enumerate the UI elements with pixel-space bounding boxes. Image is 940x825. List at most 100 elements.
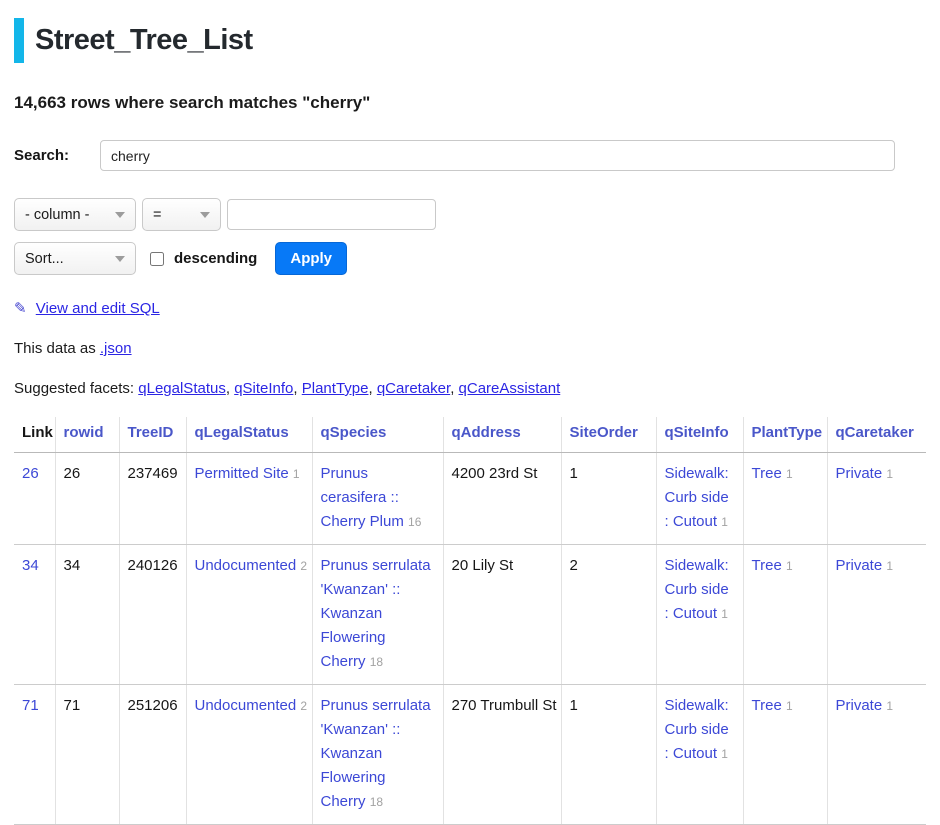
column-header-link-qSpecies[interactable]: qSpecies [321,424,387,441]
facet-count: 1 [886,559,893,573]
facet-count: 2 [300,699,307,713]
facet-value-link[interactable]: Private [836,697,883,714]
column-header-link-qLegalStatus[interactable]: qLegalStatus [195,424,289,441]
facets-prefix: Suggested facets: [14,380,134,397]
facet-value-link[interactable]: Sidewalk: Curb side : Cutout [665,557,729,622]
column-header-TreeID: TreeID [119,417,186,453]
row-link[interactable]: 71 [22,697,39,714]
facet-count: 18 [370,655,383,669]
column-header-qAddress: qAddress [443,417,561,453]
cell-qSpecies: Prunus serrulata 'Kwanzan' :: Kwanzan Fl… [312,545,443,685]
column-header-link-qAddress[interactable]: qAddress [452,424,521,441]
facet-value-link[interactable]: Undocumented [195,557,297,574]
facet-count: 16 [408,515,421,529]
facet-value-link[interactable]: Tree [752,697,782,714]
facet-value-link[interactable]: Tree [752,557,782,574]
column-header-SiteOrder: SiteOrder [561,417,656,453]
search-input[interactable] [100,140,895,171]
facet-count: 1 [721,515,728,529]
facet-value-link[interactable]: Tree [752,465,782,482]
facet-count: 1 [886,699,893,713]
cell-rowid: 26 [55,453,119,545]
filter-row: - column - = [14,198,926,231]
facet-link-qCaretaker[interactable]: qCaretaker [377,380,450,397]
table-header-row: Link rowid TreeID qLegalStatus qSpecies qAddr… [14,417,926,453]
cell-qCaretaker: Private 1 [827,685,926,825]
column-header-Link: Link [14,417,55,453]
facet-count: 1 [786,699,793,713]
facet-count: 1 [786,467,793,481]
facet-value-link[interactable]: Private [836,465,883,482]
column-header-qSiteInfo: qSiteInfo [656,417,743,453]
facet-count: 1 [721,747,728,761]
facet-value-link[interactable]: Undocumented [195,697,297,714]
view-edit-sql-link[interactable]: View and edit SQL [36,300,160,317]
cell-rowid: 34 [55,545,119,685]
facet-link-PlantType[interactable]: PlantType [302,380,369,397]
page: Street_Tree_List 14,663 rows where searc… [0,0,940,825]
facet-link-qCareAssistant[interactable]: qCareAssistant [459,380,561,397]
cell-Link: 26 [14,453,55,545]
column-select[interactable]: - column - [14,198,136,231]
facet-value-link[interactable]: Prunus serrulata 'Kwanzan' :: Kwanzan Fl… [321,557,431,670]
column-header-link-qSiteInfo[interactable]: qSiteInfo [665,424,729,441]
cell-qLegalStatus: Undocumented 2 [186,545,312,685]
facet-value-link[interactable]: Sidewalk: Curb side : Cutout [665,465,729,530]
cell-Link: 71 [14,685,55,825]
chevron-down-icon [200,212,210,218]
data-as-line: This data as .json [14,340,926,357]
operator-select-value: = [153,207,161,223]
row-link[interactable]: 26 [22,465,39,482]
facet-value-link[interactable]: Prunus serrulata 'Kwanzan' :: Kwanzan Fl… [321,697,431,810]
facet-link-qLegalStatus[interactable]: qLegalStatus [138,380,226,397]
suggested-facets-line: Suggested facets: qLegalStatus, qSiteInf… [14,380,926,397]
column-header-link-TreeID[interactable]: TreeID [128,424,174,441]
row-link[interactable]: 34 [22,557,39,574]
cell-PlantType: Tree 1 [743,453,827,545]
row-count-summary: 14,663 rows where search matches "cherry… [14,93,926,113]
cell-qSpecies: Prunus serrulata 'Kwanzan' :: Kwanzan Fl… [312,685,443,825]
cell-qCaretaker: Private 1 [827,545,926,685]
descending-checkbox[interactable] [150,252,164,266]
column-header-rowid: rowid [55,417,119,453]
column-header-link-SiteOrder[interactable]: SiteOrder [570,424,638,441]
facet-value-link[interactable]: Sidewalk: Curb side : Cutout [665,697,729,762]
filter-value-input[interactable] [227,199,436,230]
apply-button[interactable]: Apply [275,242,347,275]
facet-count: 1 [786,559,793,573]
cell-rowid: 71 [55,685,119,825]
facet-value-link[interactable]: Permitted Site [195,465,289,482]
sort-select[interactable]: Sort... [14,242,136,275]
search-form: Search: [14,140,926,171]
cell-SiteOrder: 2 [561,545,656,685]
sort-row: Sort... descending Apply [14,242,926,275]
column-header-PlantType: PlantType [743,417,827,453]
column-header-link-qCaretaker[interactable]: qCaretaker [836,424,914,441]
descending-label: descending [174,250,257,267]
column-header-link-rowid[interactable]: rowid [64,424,104,441]
column-header-qSpecies: qSpecies [312,417,443,453]
accent-bar [14,18,24,63]
facet-link-qSiteInfo[interactable]: qSiteInfo [234,380,293,397]
column-header-link-PlantType[interactable]: PlantType [752,424,823,441]
column-select-value: - column - [25,207,89,223]
cell-qSiteInfo: Sidewalk: Curb side : Cutout 1 [656,453,743,545]
cell-SiteOrder: 1 [561,453,656,545]
cell-qLegalStatus: Undocumented 2 [186,685,312,825]
table-head: Link rowid TreeID qLegalStatus qSpecies qAddr… [14,417,926,453]
json-link[interactable]: .json [100,340,132,357]
data-as-prefix: This data as [14,340,96,357]
facet-value-link[interactable]: Prunus cerasifera :: Cherry Plum [321,465,404,530]
sql-link-line: ✎ View and edit SQL [14,299,926,317]
sort-select-value: Sort... [25,251,64,267]
facet-count: 1 [886,467,893,481]
facet-count: 18 [370,795,383,809]
cell-qLegalStatus: Permitted Site 1 [186,453,312,545]
facet-links: qLegalStatus, qSiteInfo, PlantType, qCar… [138,380,560,397]
operator-select[interactable]: = [142,198,221,231]
table-row: 7171251206Undocumented 2Prunus serrulata… [14,685,926,825]
facet-value-link[interactable]: Private [836,557,883,574]
column-header-qLegalStatus: qLegalStatus [186,417,312,453]
table-body: 2626237469Permitted Site 1Prunus cerasif… [14,453,926,825]
pencil-icon: ✎ [14,300,27,317]
